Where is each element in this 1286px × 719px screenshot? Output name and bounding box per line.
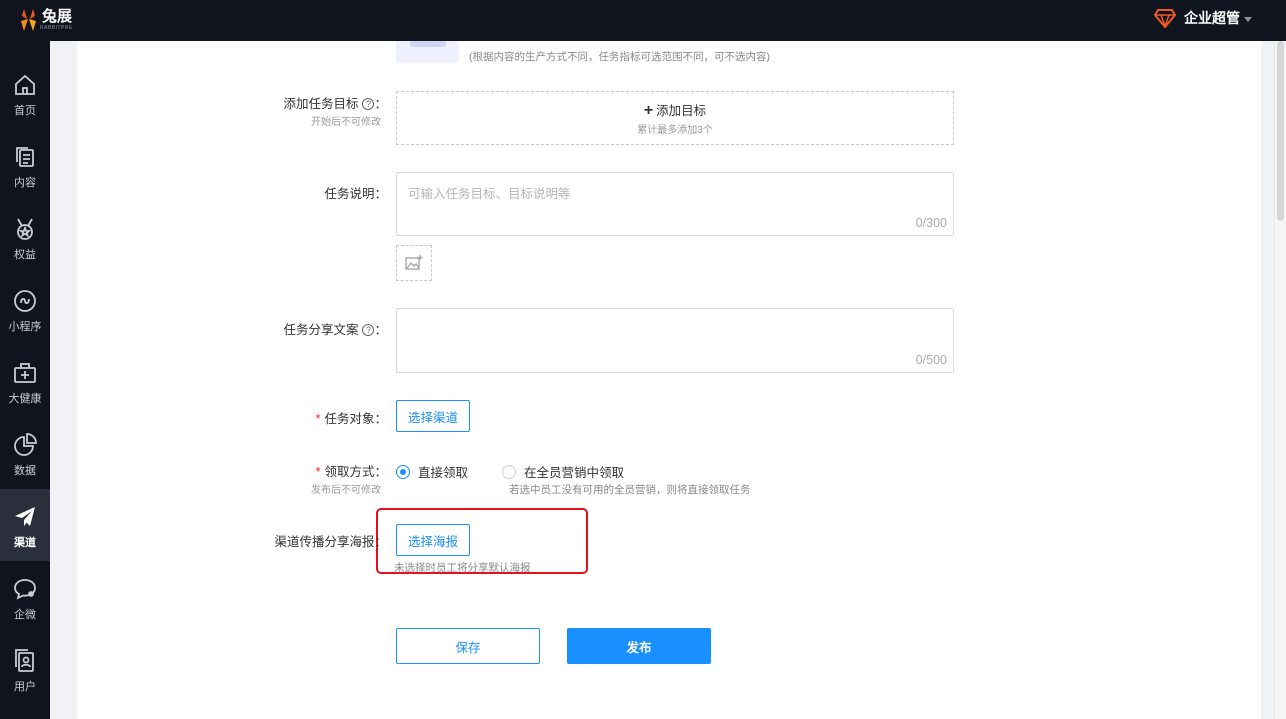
content-thumbnail[interactable] (396, 41, 459, 63)
add-target-button[interactable]: + 添加目标 累计最多添加3个 (396, 91, 954, 145)
share-copy-count: 0/500 (915, 353, 947, 367)
brand-name: 兔展 (42, 7, 73, 25)
publish-button[interactable]: 发布 (567, 628, 711, 664)
sidebar-item-benefits[interactable]: 权益 (0, 201, 50, 273)
home-icon (15, 74, 35, 95)
description-textarea[interactable]: 可输入任务目标、目标说明等 0/300 (396, 172, 954, 236)
sidebar-item-home[interactable]: 首页 (0, 57, 50, 129)
description-count: 0/300 (915, 216, 947, 230)
select-poster-button[interactable]: 选择海报 (396, 524, 470, 556)
brand-logo[interactable]: 兔展 RABBITPRE (18, 7, 73, 33)
chevron-down-icon (1244, 16, 1252, 22)
diamond-icon (1154, 9, 1176, 28)
medal-icon (17, 218, 33, 240)
medical-kit-icon (14, 363, 36, 383)
main-content: (根据内容的生产方式不同，任务指标可选范围不同，可不选内容) 添加任务目标?： … (50, 41, 1286, 719)
poster-hint: 未选择时员工将分享默认海报 (394, 562, 531, 574)
add-image-button[interactable] (396, 245, 432, 281)
description-label: 任务说明： (324, 187, 387, 201)
add-target-hint: 累计最多添加3个 (637, 125, 713, 136)
poster-label: 渠道传播分享海报： (274, 535, 387, 549)
radio-direct-claim[interactable]: 直接领取 (396, 462, 468, 481)
add-target-text: 添加目标 (656, 104, 707, 118)
save-button[interactable]: 保存 (396, 628, 540, 664)
user-name: 企业超管 (1184, 10, 1240, 26)
content-hint: (根据内容的生产方式不同，任务指标可选范围不同，可不选内容) (469, 51, 770, 63)
sidebar-item-content[interactable]: 内容 (0, 129, 50, 201)
sidebar-item-wecom[interactable]: 企微 (0, 561, 50, 633)
sidebar-item-channel[interactable]: 渠道 (0, 489, 50, 561)
claim-sublabel: 发布后不可修改 (311, 485, 381, 496)
plus-icon: + (643, 102, 654, 119)
radio-unchecked-icon (502, 464, 516, 479)
brand-sub: RABBITPRE (40, 24, 73, 31)
required-mark: * (315, 412, 321, 426)
question-icon[interactable]: ? (362, 324, 375, 336)
claim-hint: 若选中员工没有可用的全员营销，则将直接领取任务 (509, 484, 751, 496)
radio-marketing-claim[interactable]: 在全员营销中领取 (502, 462, 624, 481)
sidebar-item-data[interactable]: 数据 (0, 417, 50, 489)
paper-plane-icon (15, 507, 35, 526)
question-icon[interactable]: ? (362, 98, 375, 110)
radio-checked-icon (396, 464, 410, 479)
document-copy-icon (16, 147, 34, 167)
share-copy-label: 任务分享文案?： (283, 323, 387, 337)
user-card-icon (15, 649, 34, 672)
mini-program-icon (14, 290, 36, 312)
top-bar: 兔展 RABBITPRE 企业超管 (0, 0, 1286, 41)
select-channel-button[interactable]: 选择渠道 (396, 400, 470, 432)
sidebar-item-health[interactable]: 大健康 (0, 345, 50, 417)
target-label: 添加任务目标?： (283, 97, 387, 111)
task-form-card: (根据内容的生产方式不同，任务指标可选范围不同，可不选内容) 添加任务目标?： … (77, 41, 1261, 719)
audience-label: * 任务对象： (315, 412, 387, 426)
sidebar-item-mini-program[interactable]: 小程序 (0, 273, 50, 345)
pie-chart-icon (14, 433, 37, 456)
sidebar-item-users[interactable]: 用户 (0, 633, 50, 705)
scrollbar-thumb[interactable] (1277, 41, 1284, 221)
image-add-icon (405, 255, 423, 270)
rabbit-logo-icon (21, 9, 36, 31)
chat-bubble-icon (14, 579, 36, 600)
share-copy-textarea[interactable]: 0/500 (396, 308, 954, 373)
target-sublabel: 开始后不可修改 (311, 117, 381, 128)
required-mark: * (315, 465, 321, 479)
sidebar: 首页 内容 权益 小程序 大健康 数据 渠道 企微 用户 (0, 41, 50, 719)
claim-label: * 领取方式： (315, 465, 387, 479)
description-placeholder: 可输入任务目标、目标说明等 (408, 187, 571, 201)
scrollbar[interactable] (1274, 41, 1286, 719)
user-menu[interactable]: 企业超管 (1154, 8, 1252, 28)
